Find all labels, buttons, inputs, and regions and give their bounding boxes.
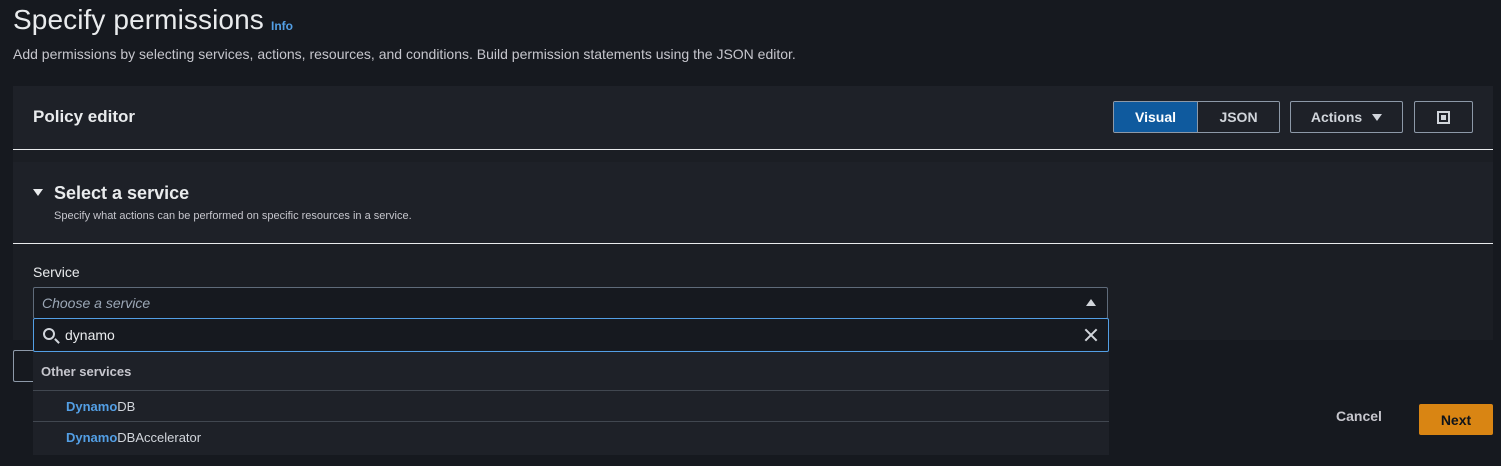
policy-editor-header: Policy editor Visual JSON Actions [13, 86, 1493, 150]
select-service-section: Select a service Specify what actions ca… [13, 162, 1493, 244]
service-option-dynamodbaccelerator[interactable]: DynamoDBAccelerator [33, 422, 1109, 453]
actions-label: Actions [1310, 109, 1363, 125]
clear-icon[interactable] [1083, 327, 1099, 343]
caret-up-icon [1086, 299, 1096, 306]
view-toggle: Visual JSON [1113, 101, 1280, 133]
caret-down-icon [1372, 113, 1383, 121]
service-search-input[interactable] [65, 325, 1065, 345]
page-title: Specify permissions [13, 4, 264, 35]
next-button[interactable]: Next [1419, 404, 1493, 435]
cancel-button[interactable]: Cancel [1336, 408, 1382, 424]
search-icon [43, 328, 55, 340]
page-description: Add permissions by selecting services, a… [13, 46, 796, 62]
service-dropdown: Other services DynamoDB DynamoDBAccelera… [33, 318, 1109, 455]
service-select-placeholder: Choose a service [42, 295, 151, 311]
select-service-description: Specify what actions can be performed on… [54, 210, 412, 222]
select-service-heading[interactable]: Select a service [54, 183, 189, 204]
info-link[interactable]: Info [271, 19, 293, 33]
fullscreen-icon [1437, 110, 1450, 124]
policy-editor-title: Policy editor [33, 107, 136, 126]
option-label: DynamoDBAccelerator [66, 430, 201, 445]
service-search-box [33, 318, 1109, 352]
service-select[interactable]: Choose a service [33, 287, 1108, 319]
option-rest-text: DBAccelerator [117, 430, 202, 445]
section-collapse-icon[interactable] [33, 189, 43, 196]
visual-tab-button[interactable]: Visual [1114, 102, 1198, 132]
dropdown-group-header: Other services [33, 352, 1109, 391]
fullscreen-button[interactable] [1414, 101, 1473, 133]
group-label: Other services [41, 364, 132, 379]
policy-editor-panel: Policy editor Visual JSON Actions Select… [13, 86, 1493, 340]
service-option-dynamodb[interactable]: DynamoDB [33, 391, 1109, 422]
json-tab-button[interactable]: JSON [1198, 102, 1279, 132]
obscured-button[interactable] [13, 350, 33, 382]
option-label: DynamoDB [66, 399, 135, 414]
service-label: Service [33, 264, 80, 280]
option-rest-text: DB [117, 399, 136, 414]
option-match-text: Dynamo [66, 399, 118, 414]
actions-dropdown-button[interactable]: Actions [1290, 101, 1403, 133]
option-match-text: Dynamo [66, 430, 118, 445]
